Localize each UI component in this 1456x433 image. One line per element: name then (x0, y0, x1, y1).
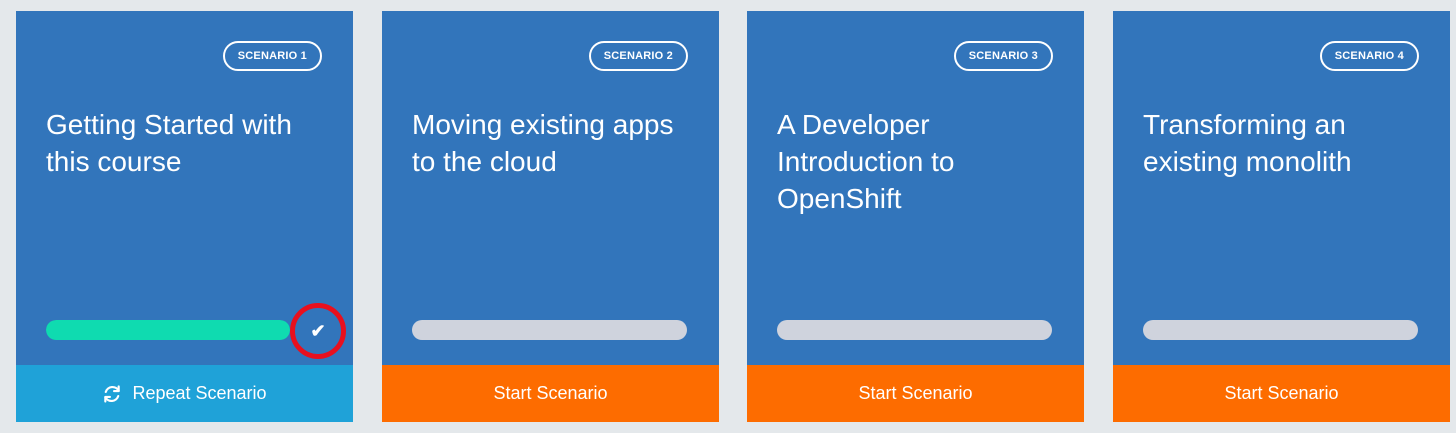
scenario-card-2[interactable]: SCENARIO 2 Moving existing apps to the c… (382, 11, 719, 422)
checkmark-icon: ✔ (301, 314, 335, 348)
start-scenario-button[interactable]: Start Scenario (747, 365, 1084, 422)
progress-bar (46, 320, 290, 340)
scenario-title[interactable]: Getting Started with this course (46, 106, 326, 180)
start-scenario-button[interactable]: Start Scenario (382, 365, 719, 422)
start-scenario-label: Start Scenario (858, 383, 973, 403)
refresh-icon (104, 384, 121, 403)
scenario-title[interactable]: A Developer Introduction to OpenShift (777, 106, 1057, 217)
progress-bar (1143, 320, 1418, 340)
scenario-title[interactable]: Moving existing apps to the cloud (412, 106, 692, 180)
progress-fill (46, 320, 290, 340)
progress-bar (412, 320, 687, 340)
scenario-badge: SCENARIO 3 (953, 41, 1053, 71)
scenario-badge: SCENARIO 2 (588, 41, 688, 71)
scenario-title[interactable]: Transforming an existing monolith (1143, 106, 1423, 180)
repeat-scenario-label: Repeat Scenario (132, 383, 267, 403)
scenario-card-4[interactable]: SCENARIO 4 Transforming an existing mono… (1113, 11, 1450, 422)
start-scenario-label: Start Scenario (1224, 383, 1339, 403)
repeat-scenario-button[interactable]: Repeat Scenario (16, 365, 353, 422)
scenario-card-1[interactable]: SCENARIO 1 Getting Started with this cou… (16, 11, 353, 422)
scenario-card-3[interactable]: SCENARIO 3 A Developer Introduction to O… (747, 11, 1084, 422)
scenario-badge: SCENARIO 4 (1319, 41, 1419, 71)
completed-highlight-ring: ✔ (290, 303, 346, 359)
start-scenario-label: Start Scenario (493, 383, 608, 403)
scenario-badge: SCENARIO 1 (222, 41, 322, 71)
start-scenario-button[interactable]: Start Scenario (1113, 365, 1450, 422)
progress-bar (777, 320, 1052, 340)
